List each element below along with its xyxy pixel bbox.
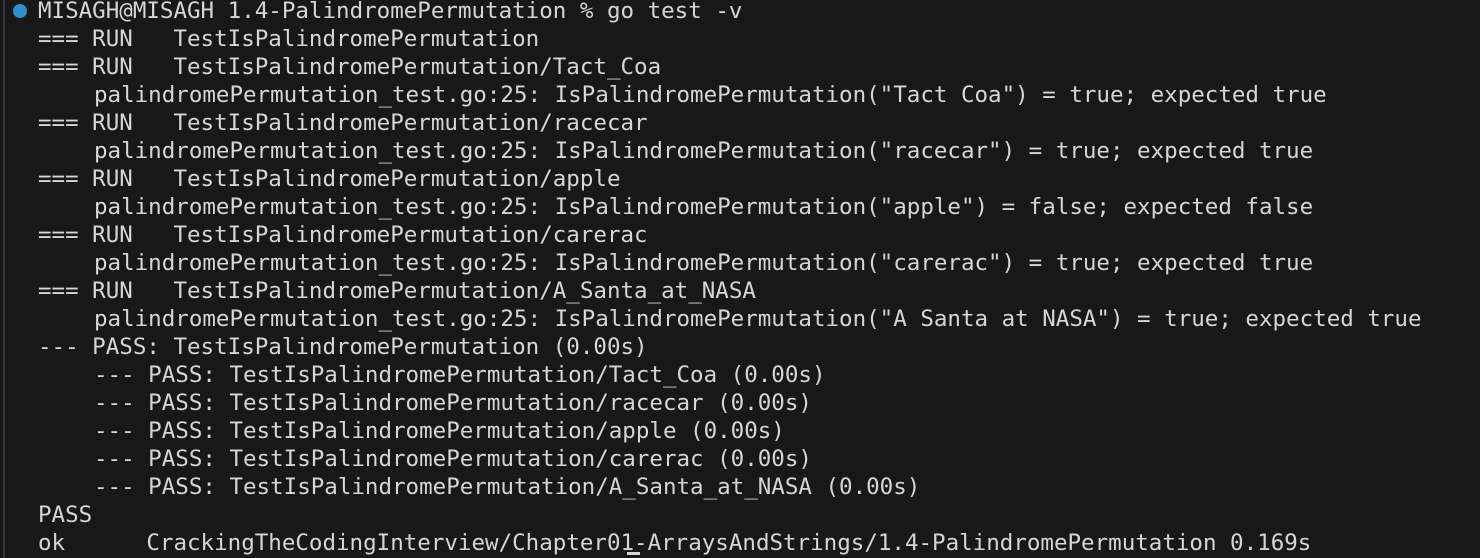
terminal-panel[interactable]: MISAGH@MISAGH 1.4-PalindromePermutation … [0, 0, 1480, 558]
output-line: === RUN TestIsPalindromePermutation/appl… [38, 166, 621, 192]
output-line-indented: palindromePermutation_test.go:25: IsPali… [94, 138, 1314, 164]
prompt-directory: 1.4-PalindromePermutation [227, 0, 567, 24]
output-line-indented: palindromePermutation_test.go:25: IsPali… [94, 82, 1327, 108]
output-line-indented: --- PASS: TestIsPalindromePermutation/Ta… [94, 362, 826, 388]
output-line: --- PASS: TestIsPalindromePermutation (0… [38, 334, 648, 360]
output-line: === RUN TestIsPalindromePermutation/Tact… [38, 54, 662, 80]
output-line-indented: --- PASS: TestIsPalindromePermutation/A_… [94, 474, 921, 500]
output-line: PASS [38, 502, 93, 528]
prompt-symbol: % [579, 0, 594, 24]
terminal-output: MISAGH@MISAGH 1.4-PalindromePermutation … [0, 0, 1480, 556]
output-line: ok CrackingTheCodingInterview/Chapter01-… [38, 530, 1312, 556]
prompt-command: go test -v [606, 0, 743, 24]
terminal-left-border [3, 0, 5, 558]
output-line-indented: palindromePermutation_test.go:25: IsPali… [94, 250, 1314, 276]
terminal-cursor [627, 552, 640, 555]
output-line-indented: --- PASS: TestIsPalindromePermutation/ca… [94, 446, 812, 472]
prompt-user-host: MISAGH@MISAGH [38, 0, 215, 24]
output-line: === RUN TestIsPalindromePermutation [38, 26, 540, 52]
output-line: === RUN TestIsPalindromePermutation/A_Sa… [38, 278, 756, 304]
output-line-indented: palindromePermutation_test.go:25: IsPali… [94, 194, 1314, 220]
output-line-indented: --- PASS: TestIsPalindromePermutation/ap… [94, 418, 785, 444]
output-line: === RUN TestIsPalindromePermutation/care… [38, 222, 648, 248]
output-line-indented: --- PASS: TestIsPalindromePermutation/ra… [94, 390, 812, 416]
output-line-indented: palindromePermutation_test.go:25: IsPali… [94, 306, 1422, 332]
output-line: === RUN TestIsPalindromePermutation/race… [38, 110, 648, 136]
prompt-line: MISAGH@MISAGH 1.4-PalindromePermutation … [38, 0, 742, 25]
